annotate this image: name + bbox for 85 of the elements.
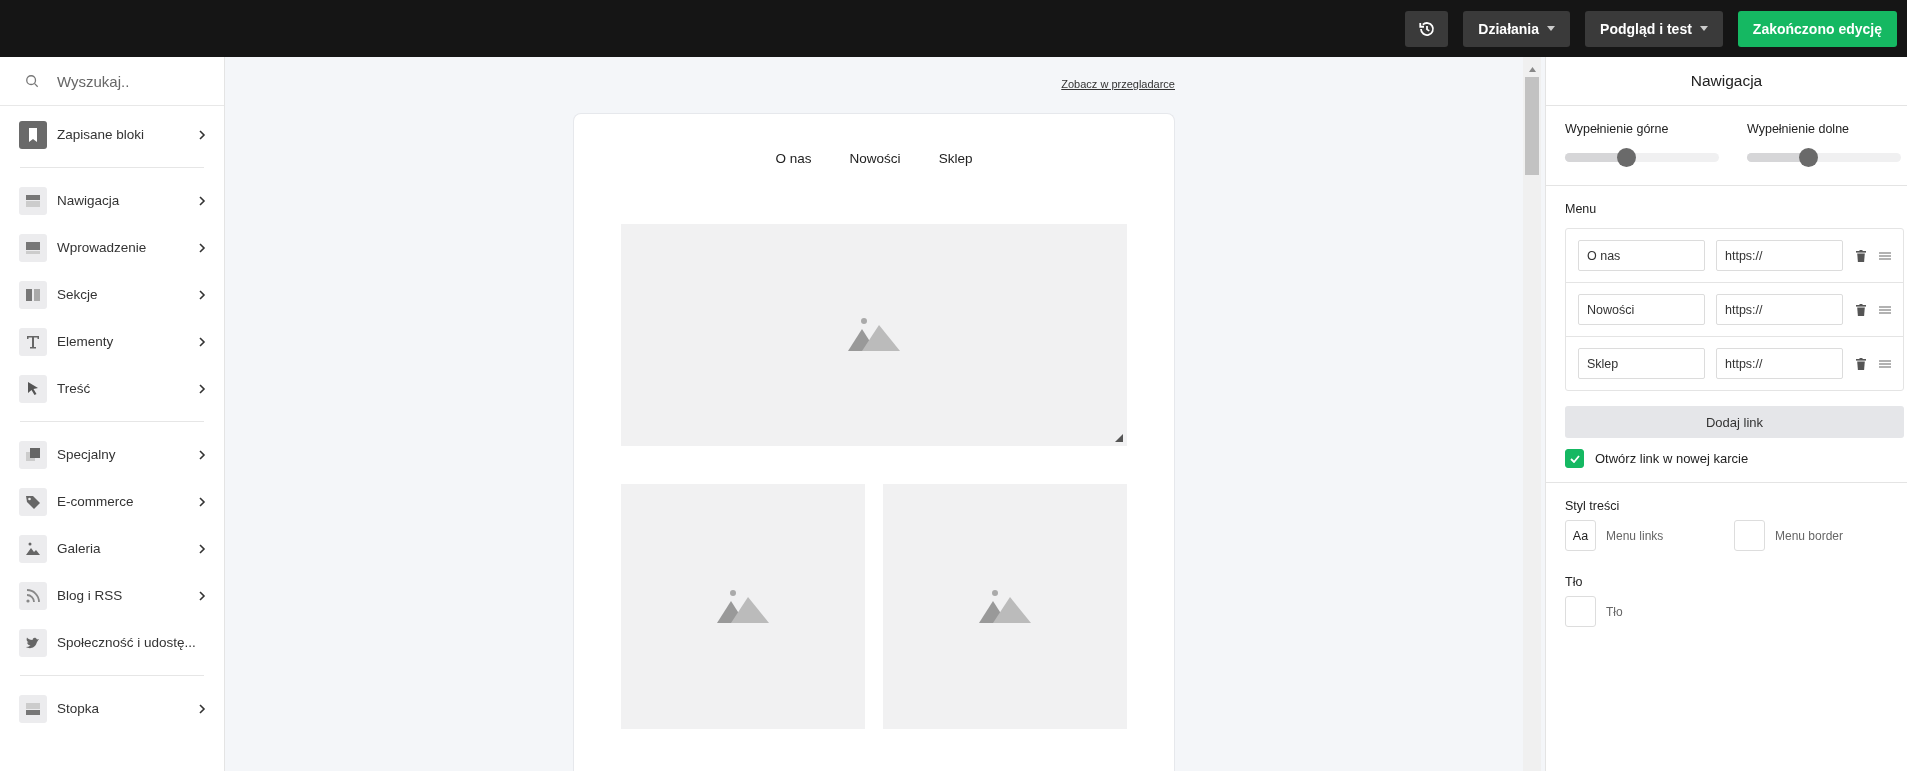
slider-thumb[interactable] [1798,148,1818,167]
image-icon [19,534,47,563]
nav-link[interactable]: O nas [775,151,812,166]
sidebar-item[interactable]: Nawigacja [0,177,224,224]
history-button[interactable] [1405,10,1449,47]
text-icon [19,327,47,356]
link-url-field[interactable]: https:// [1716,294,1843,325]
sidebar-item[interactable]: Wprowadzenie [0,224,224,271]
rss-icon [19,581,47,610]
sidebar-item[interactable]: Stopka [0,685,224,732]
link-url-field[interactable]: https:// [1716,240,1843,271]
image-icon [979,588,1031,625]
sidebar-item[interactable]: E-commerce [0,478,224,525]
link-label-field[interactable]: Sklep [1578,348,1705,379]
sidebar-item[interactable]: Treść [0,365,224,412]
font-style-swatch[interactable]: Aa [1565,520,1596,551]
navigation-block-icon [19,186,47,215]
chevron-right-icon [198,449,206,460]
link-label-field[interactable]: O nas [1578,240,1705,271]
scrollbar[interactable] [1523,57,1541,771]
nav-link[interactable]: Nowości [849,151,901,166]
option-label: Menu links [1606,528,1664,543]
drag-handle-icon[interactable] [1879,251,1891,260]
sidebar-item[interactable]: Sekcje [0,271,224,318]
chevron-right-icon [198,703,206,714]
footer-block-icon [19,694,47,723]
history-icon [1417,19,1436,38]
nav-link[interactable]: Sklep [938,151,973,166]
option-label: Menu border [1775,528,1844,543]
bookmark-icon [19,120,47,149]
section-heading: Styl treści [1565,499,1621,513]
border-swatch[interactable] [1734,520,1765,551]
layers-icon [19,440,47,469]
header-block-icon [19,233,47,262]
bird-icon [19,628,47,657]
delete-icon[interactable] [1856,303,1866,316]
chevron-right-icon [198,543,206,554]
sidebar-item[interactable]: Specjalny [0,431,224,478]
chevron-right-icon [198,336,206,347]
search-icon [25,74,39,88]
scrollbar-thumb[interactable] [1525,77,1539,175]
chevron-right-icon [198,383,206,394]
chevron-right-icon [198,496,206,507]
drag-handle-icon[interactable] [1879,305,1891,314]
image-icon [848,317,900,353]
checkbox-label: Otwórz link w nowej karcie [1595,451,1749,466]
caret-icon [1547,26,1556,31]
add-link-button[interactable]: Dodaj link [1565,406,1904,438]
slider-track[interactable] [1747,148,1901,167]
drag-handle-icon[interactable] [1879,359,1891,368]
sidebar-item[interactable]: Elementy [0,318,224,365]
dropdown-button[interactable]: Działania [1463,10,1571,47]
delete-icon[interactable] [1856,249,1866,262]
chevron-right-icon [198,590,206,601]
chevron-right-icon [198,289,206,300]
view-in-browser-link[interactable]: Zobacz w przegladarce [1061,78,1175,90]
chevron-right-icon [198,129,206,140]
section-heading: Menu [1565,202,1598,216]
link-label-field[interactable]: Nowości [1578,294,1705,325]
caret-icon [1699,26,1708,31]
panel-title: Nawigacja [1546,57,1907,106]
delete-icon[interactable] [1856,357,1866,370]
columns-icon [19,280,47,309]
resize-handle-icon[interactable] [1115,434,1123,442]
cursor-icon [19,374,47,403]
link-url-field[interactable]: https:// [1716,348,1843,379]
sidebar-item[interactable]: Galeria [0,525,224,572]
sidebar-item[interactable]: Społeczność i udostę... [0,619,224,666]
background-swatch[interactable] [1565,596,1596,627]
slider-track[interactable] [1565,148,1719,167]
dropdown-button[interactable]: Podgląd i test [1585,10,1723,47]
section-heading: Tło [1565,575,1584,589]
checkbox[interactable] [1565,449,1584,468]
chevron-right-icon [198,242,206,253]
image-icon [717,588,769,625]
option-label: Tło [1606,604,1623,619]
scroll-up-icon[interactable] [1528,67,1536,72]
slider-thumb[interactable] [1616,148,1636,167]
chevron-right-icon [198,195,206,206]
slider-label: Wypełnienie górne [1565,122,1670,136]
sidebar-item[interactable]: Zapisane bloki [0,111,224,158]
tag-icon [19,487,47,516]
slider-label: Wypełnienie dolne [1747,122,1851,136]
sidebar-item[interactable]: Blog i RSS [0,572,224,619]
check-icon [1569,454,1580,463]
